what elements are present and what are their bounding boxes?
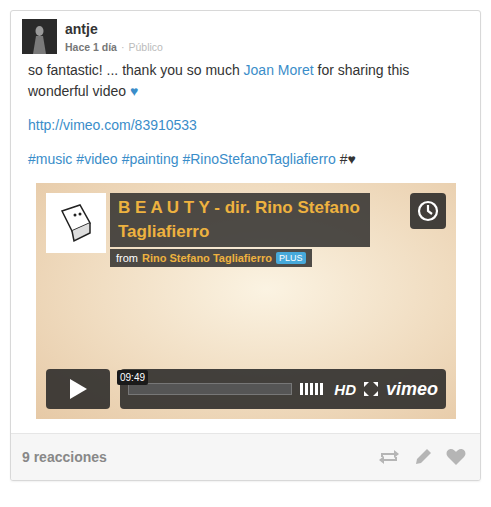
post-footer: 9 reacciones: [11, 433, 480, 480]
visibility: Público: [128, 41, 162, 53]
volume-icon[interactable]: [300, 383, 326, 395]
video-player[interactable]: B E A U T Y - dir. Rino Stefano Tagliafi…: [36, 183, 456, 419]
duration-tooltip: 09:49: [117, 370, 148, 385]
reactions-count[interactable]: 9 reacciones: [22, 449, 107, 465]
post-time[interactable]: Hace 1 día: [65, 41, 117, 53]
channel-link[interactable]: Rino Stefano Tagliafierro: [142, 252, 272, 264]
plus-badge: PLUS: [276, 252, 306, 264]
video-controls: HD vimeo: [46, 369, 446, 409]
video-byline: fromRino Stefano TagliafierroPLUS: [110, 249, 312, 267]
post-card: antje Hace 1 día·Público so fantastic! ...…: [10, 10, 481, 481]
pencil-icon[interactable]: [414, 448, 432, 466]
vimeo-logo[interactable]: vimeo: [386, 379, 438, 400]
post-text: so fantastic! ... thank you so much Joan…: [28, 60, 463, 102]
play-button[interactable]: [46, 369, 110, 409]
mention-link[interactable]: ♥: [130, 83, 138, 99]
video-title[interactable]: B E A U T Y - dir. Rino Stefano Tagliafi…: [110, 193, 370, 247]
text-segment: so fantastic! ... thank you so much: [28, 62, 244, 78]
progress-track[interactable]: [128, 383, 292, 395]
avatar[interactable]: [22, 19, 57, 54]
play-icon: [68, 378, 88, 400]
control-bar: HD vimeo: [120, 369, 446, 409]
author-name[interactable]: antje: [65, 21, 163, 37]
heart-icon[interactable]: [446, 448, 466, 466]
hashtag[interactable]: #music: [28, 149, 72, 170]
fullscreen-icon[interactable]: [364, 382, 378, 396]
avatar-icon: [22, 19, 57, 54]
hashtags: #music#video#painting#RinoStefanoTagliaf…: [28, 149, 463, 170]
mention-link[interactable]: Joan Moret: [244, 62, 314, 78]
hd-button[interactable]: HD: [334, 381, 356, 398]
channel-thumbnail[interactable]: [46, 193, 106, 253]
video-url[interactable]: http://vimeo.com/83910533: [28, 117, 197, 133]
post-header: antje Hace 1 día·Público: [11, 11, 480, 54]
post-content: so fantastic! ... thank you so much Joan…: [11, 54, 480, 433]
reshare-icon[interactable]: [378, 448, 400, 466]
page: antje Hace 1 día·Público so fantastic! ...…: [0, 0, 491, 507]
hashtag[interactable]: #RinoStefanoTagliafierro: [182, 149, 335, 170]
hashtag[interactable]: #video: [76, 149, 117, 170]
clock-icon: [417, 200, 439, 222]
box-logo-icon: [54, 201, 98, 245]
watch-later-button[interactable]: [410, 193, 446, 229]
hashtag[interactable]: #painting: [122, 149, 179, 170]
post-meta: Hace 1 día·Público: [65, 41, 163, 53]
hashtag: #♥: [340, 149, 356, 170]
